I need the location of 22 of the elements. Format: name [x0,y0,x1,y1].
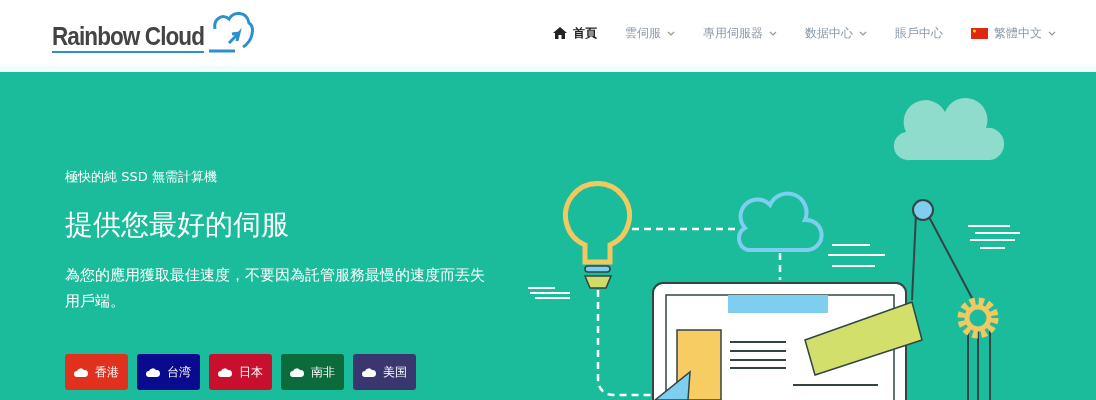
home-icon [553,27,567,39]
location-button[interactable]: 南非 [281,354,344,390]
nav-link[interactable]: 数据中心 [805,25,867,41]
nav-link[interactable]: 專用伺服器 [703,25,777,41]
hero-text: 為您的應用獲取最佳速度，不要因為託管服務最慢的速度而丟失用戶端。 [65,265,485,312]
location-button[interactable]: 日本 [209,354,272,390]
nav-link[interactable]: 賬戶中心 [895,25,943,41]
hero-tagline: 極快的純 SSD 無需計算機 [65,168,218,186]
logo-text[interactable]: Rainbow Cloud [52,22,205,53]
nav-link[interactable]: 繁體中文 [971,25,1056,41]
location-button[interactable]: 香港 [65,354,128,390]
cloud-icon [74,367,88,377]
hero-title: 提供您最好的伺服 [65,207,290,243]
cloud-icon [218,367,232,377]
nav-link[interactable]: 首頁 [553,25,597,41]
location-button[interactable]: 台湾 [137,354,200,390]
cloud-icon [290,367,304,377]
cloud-icon [362,367,376,377]
nav-link[interactable]: 雲伺服 [625,25,675,41]
flag-icon [971,27,988,39]
location-button[interactable]: 美国 [353,354,416,390]
cloud-icon [146,367,160,377]
